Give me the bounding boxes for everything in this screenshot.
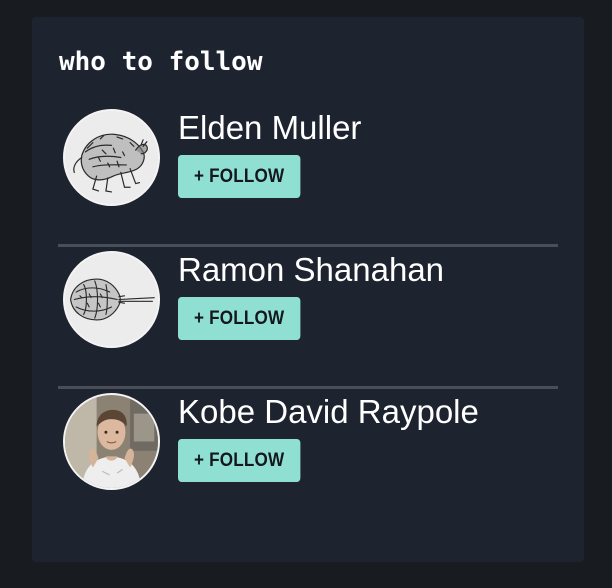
wolf-sketch-avatar[interactable] xyxy=(63,109,160,206)
user-name[interactable]: Ramon Shanahan xyxy=(178,250,444,290)
wolf-sketch-icon xyxy=(65,111,158,204)
user-list: Elden Muller + FOLLOW Ramon Shanahan + F… xyxy=(58,105,558,531)
person-photo-icon xyxy=(65,395,158,488)
follow-button[interactable]: + FOLLOW xyxy=(178,439,301,482)
person-photo-avatar[interactable] xyxy=(63,393,160,490)
follow-button[interactable]: + FOLLOW xyxy=(178,155,301,198)
user-name[interactable]: Elden Muller xyxy=(178,108,361,148)
user-name[interactable]: Kobe David Raypole xyxy=(178,392,479,432)
horseshoe-crab-sketch-icon xyxy=(65,253,158,346)
who-to-follow-card: who to follow Elden Muller + FOLLOW Ramo… xyxy=(32,17,584,562)
list-item: Elden Muller + FOLLOW xyxy=(58,105,558,247)
list-item: Ramon Shanahan + FOLLOW xyxy=(58,247,558,389)
card-title: who to follow xyxy=(59,47,263,77)
horseshoe-crab-sketch-avatar[interactable] xyxy=(63,251,160,348)
list-item: Kobe David Raypole + FOLLOW xyxy=(58,389,558,531)
follow-button[interactable]: + FOLLOW xyxy=(178,297,301,340)
